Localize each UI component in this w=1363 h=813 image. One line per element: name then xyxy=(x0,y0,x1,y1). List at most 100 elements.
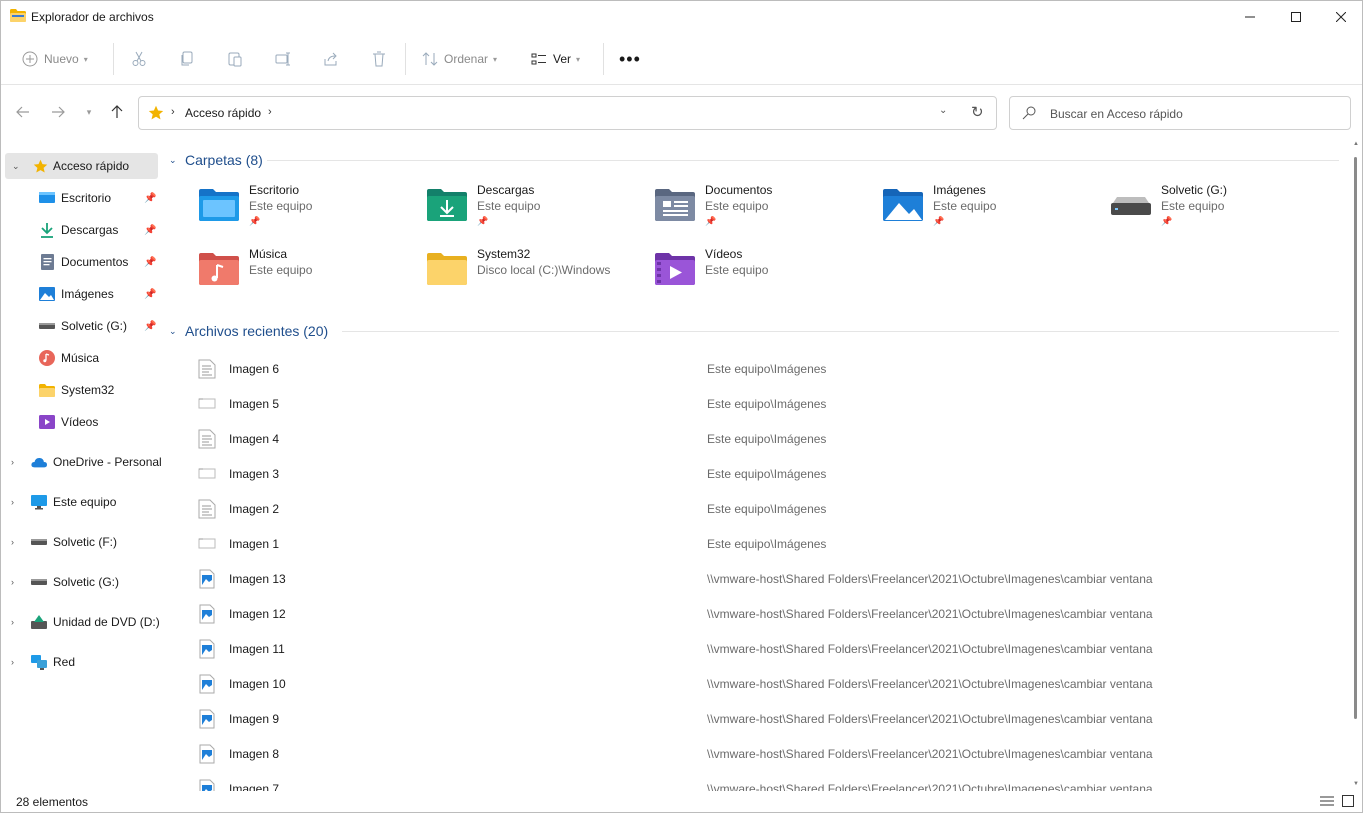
recent-file-row[interactable]: Imagen 7 \\vmware-host\Shared Folders\Fre… xyxy=(167,771,1337,791)
chevron-right-icon[interactable]: › xyxy=(11,617,14,627)
pictures-folder-icon xyxy=(883,189,923,221)
address-bar[interactable]: › Acceso rápido › ⌄ ↻ xyxy=(138,96,997,130)
delete-button[interactable] xyxy=(371,45,387,73)
folders-section-header[interactable]: ⌄ Carpetas (8) xyxy=(167,150,1339,170)
search-box[interactable]: Buscar en Acceso rápido xyxy=(1009,96,1351,130)
chevron-right-icon[interactable]: › xyxy=(11,497,14,507)
folder-tile-desktop[interactable]: Escritorio Este equipo 📌 xyxy=(167,179,387,233)
minimize-button[interactable] xyxy=(1227,1,1273,33)
recent-locations-button[interactable]: ▾ xyxy=(78,101,100,123)
tiles-view-icon[interactable] xyxy=(1342,795,1354,807)
recent-file-name: Imagen 11 xyxy=(229,642,285,656)
recent-file-row[interactable]: Imagen 13 \\vmware-host\Shared Folders\Fr… xyxy=(167,561,1337,596)
recent-file-name: Imagen 13 xyxy=(229,572,286,586)
chevron-down-icon: ▾ xyxy=(86,106,92,117)
chevron-down-icon: ⌄ xyxy=(169,154,177,165)
recent-file-name: Imagen 9 xyxy=(229,712,280,726)
breadcrumb-chevron-icon[interactable]: › xyxy=(268,106,272,118)
share-button[interactable] xyxy=(323,45,339,73)
recent-file-row[interactable]: Imagen 5 Este equipo\Imágenes xyxy=(167,386,1337,421)
breadcrumb-quick-access[interactable]: Acceso rápido xyxy=(185,106,261,120)
recent-file-row[interactable]: Imagen 9 \\vmware-host\Shared Folders\Fre… xyxy=(167,701,1337,736)
more-options-button[interactable]: ••• xyxy=(619,45,641,73)
sidebar-item-solvetic-g-drive[interactable]: › Solvetic (G:) xyxy=(1,569,166,595)
rename-button[interactable] xyxy=(275,45,291,73)
image-file-icon xyxy=(197,744,217,764)
up-button[interactable] xyxy=(106,101,128,123)
dvd-icon xyxy=(31,614,47,630)
folder-tile-solvetic-g[interactable]: Solvetic (G:) Este equipo 📌 xyxy=(1079,179,1299,233)
recent-file-row[interactable]: Imagen 6 Este equipo\Imágenes xyxy=(167,351,1337,386)
search-placeholder: Buscar en Acceso rápido xyxy=(1050,107,1183,121)
pin-icon: 📌 xyxy=(705,216,717,226)
address-dropdown-icon[interactable]: ⌄ xyxy=(939,105,947,116)
close-button[interactable] xyxy=(1318,1,1363,33)
recent-file-row[interactable]: Imagen 2 Este equipo\Imágenes xyxy=(167,491,1337,526)
scroll-thumb[interactable] xyxy=(1354,157,1357,719)
pin-icon: 📌 xyxy=(1161,216,1173,226)
text-file-icon xyxy=(197,429,217,449)
folder-tile-downloads[interactable]: Descargas Este equipo 📌 xyxy=(395,179,615,233)
sidebar-item-quick-access[interactable]: ⌄ Acceso rápido xyxy=(5,153,158,179)
cut-button[interactable] xyxy=(131,45,147,73)
scroll-up-icon[interactable]: ▲ xyxy=(1353,141,1359,147)
recent-file-row[interactable]: Imagen 8 \\vmware-host\Shared Folders\Fre… xyxy=(167,736,1337,771)
chevron-down-icon[interactable]: ⌄ xyxy=(12,161,20,172)
sidebar-item-videos[interactable]: Vídeos xyxy=(1,409,166,435)
folder-tile-videos[interactable]: Vídeos Este equipo xyxy=(623,243,843,297)
chevron-right-icon[interactable]: › xyxy=(11,577,14,587)
pin-icon[interactable]: 📌 xyxy=(144,289,156,300)
folder-tile-system32[interactable]: System32 Disco local (C:)\Windows xyxy=(395,243,615,297)
vertical-scrollbar[interactable]: ▲ ▼ xyxy=(1351,141,1361,791)
folder-tile-pictures[interactable]: Imágenes Este equipo 📌 xyxy=(851,179,1071,233)
maximize-button[interactable] xyxy=(1273,1,1319,33)
forward-button[interactable] xyxy=(47,101,69,123)
recent-file-path: Este equipo\Imágenes xyxy=(707,537,827,551)
sidebar-item-label: Imágenes xyxy=(61,287,114,301)
recent-file-row[interactable]: Imagen 4 Este equipo\Imágenes xyxy=(167,421,1337,456)
sidebar-item-desktop[interactable]: Escritorio 📌 xyxy=(1,185,166,211)
recent-file-row[interactable]: Imagen 3 Este equipo\Imágenes xyxy=(167,456,1337,491)
recent-file-row[interactable]: Imagen 12 \\vmware-host\Shared Folders\Fr… xyxy=(167,596,1337,631)
pin-icon[interactable]: 📌 xyxy=(144,193,156,204)
sidebar-item-music[interactable]: Música xyxy=(1,345,166,371)
recent-files-section-title: Archivos recientes (20) xyxy=(185,323,329,339)
folder-tile-music[interactable]: Música Este equipo xyxy=(167,243,387,297)
network-icon xyxy=(31,654,47,670)
recent-file-row[interactable]: Imagen 1 Este equipo\Imágenes xyxy=(167,526,1337,561)
back-button[interactable] xyxy=(12,101,34,123)
paste-button[interactable] xyxy=(227,45,243,73)
pin-icon[interactable]: 📌 xyxy=(144,225,156,236)
folder-tile-documents[interactable]: Documentos Este equipo 📌 xyxy=(623,179,843,233)
sidebar-item-dvd[interactable]: › Unidad de DVD (D:) xyxy=(1,609,166,635)
pin-icon[interactable]: 📌 xyxy=(144,257,156,268)
new-button[interactable]: Nuevo ▾ xyxy=(22,45,88,73)
chevron-right-icon[interactable]: › xyxy=(11,457,14,467)
sidebar-item-this-pc[interactable]: › Este equipo xyxy=(1,489,166,515)
sort-button[interactable]: Ordenar ▾ xyxy=(422,45,497,73)
sidebar-item-solvetic-f[interactable]: › Solvetic (F:) xyxy=(1,529,166,555)
scroll-down-icon[interactable]: ▼ xyxy=(1353,781,1359,787)
chevron-right-icon[interactable]: › xyxy=(11,657,14,667)
recent-files-section-header[interactable]: ⌄ Archivos recientes (20) xyxy=(167,321,1339,341)
refresh-icon[interactable]: ↻ xyxy=(971,103,984,121)
title-bar[interactable]: Explorador de archivos xyxy=(1,1,1362,33)
recent-file-name: Imagen 8 xyxy=(229,747,280,761)
recent-file-row[interactable]: Imagen 10 \\vmware-host\Shared Folders\Fr… xyxy=(167,666,1337,701)
details-view-icon[interactable] xyxy=(1320,795,1334,807)
image-file-icon xyxy=(197,709,217,729)
view-button[interactable]: Ver ▾ xyxy=(531,45,580,73)
sidebar-item-network[interactable]: › Red xyxy=(1,649,166,675)
chevron-right-icon[interactable]: › xyxy=(11,537,14,547)
sidebar-item-label: Solvetic (G:) xyxy=(53,575,120,589)
recent-file-row[interactable]: Imagen 11 \\vmware-host\Shared Folders\Fr… xyxy=(167,631,1337,666)
sidebar-item-pictures[interactable]: Imágenes 📌 xyxy=(1,281,166,307)
sidebar-item-solvetic-g[interactable]: Solvetic (G:) 📌 xyxy=(1,313,166,339)
blank-file-icon xyxy=(197,394,217,414)
copy-button[interactable] xyxy=(179,45,195,73)
sidebar-item-system32[interactable]: System32 xyxy=(1,377,166,403)
sidebar-item-downloads[interactable]: Descargas 📌 xyxy=(1,217,166,243)
sidebar-item-documents[interactable]: Documentos 📌 xyxy=(1,249,166,275)
sidebar-item-onedrive[interactable]: › OneDrive - Personal xyxy=(1,449,166,475)
pin-icon[interactable]: 📌 xyxy=(144,321,156,332)
